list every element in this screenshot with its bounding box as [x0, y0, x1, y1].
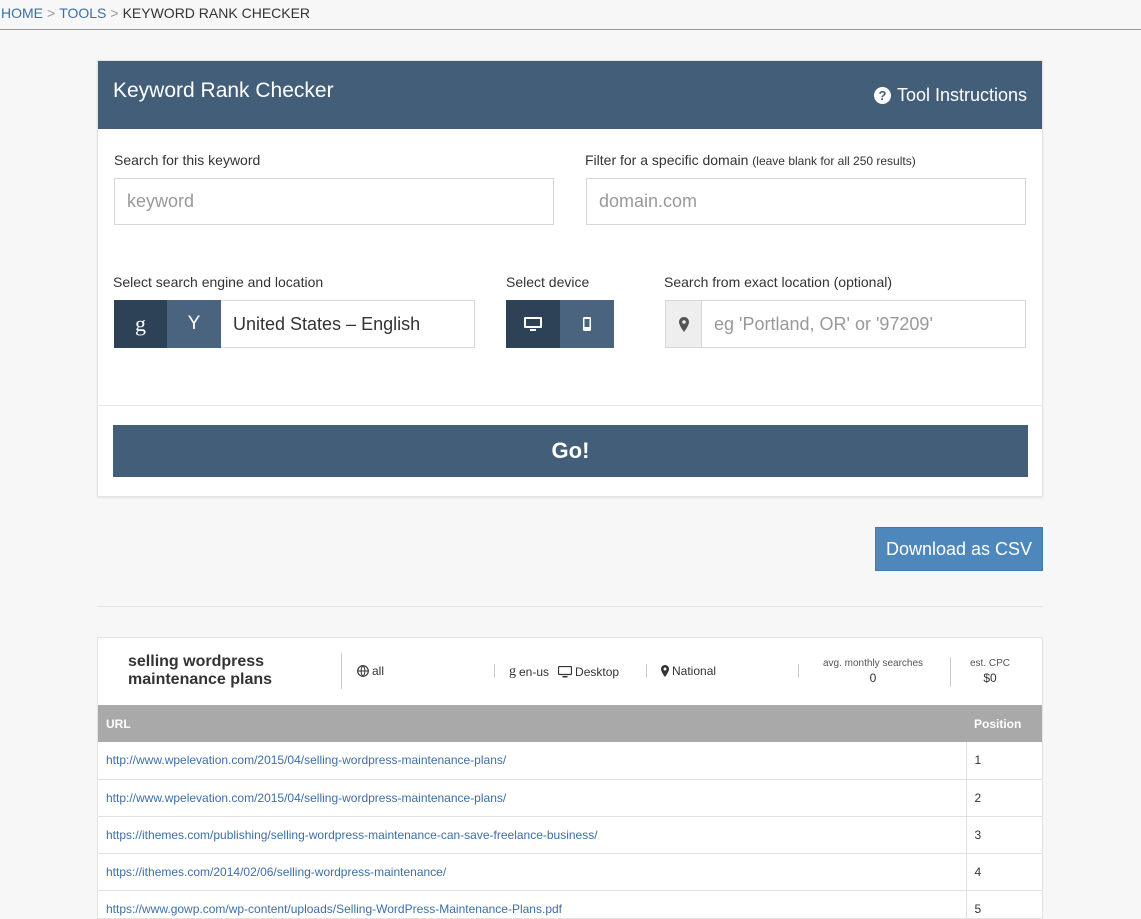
- table-row: http://www.wpelevation.com/2015/04/selli…: [98, 742, 1042, 780]
- results-panel: selling wordpress maintenance plans all …: [97, 637, 1043, 919]
- keyword-label: Search for this keyword: [114, 152, 261, 168]
- table-row: https://ithemes.com/2014/02/06/selling-w…: [98, 853, 1042, 891]
- est-cpc-value: $0: [983, 671, 997, 685]
- url-cell: https://ithemes.com/publishing/selling-w…: [98, 816, 966, 854]
- table-row: https://www.gowp.com/wp-content/uploads/…: [98, 890, 1042, 918]
- desktop-icon: [558, 666, 573, 678]
- table-row: http://www.wpelevation.com/2015/04/selli…: [98, 779, 1042, 817]
- section-divider: [97, 606, 1043, 607]
- table-header-row: URL Position: [98, 705, 1042, 742]
- summary-divider: [341, 653, 342, 689]
- globe-icon: [357, 665, 369, 677]
- go-button[interactable]: Go!: [113, 425, 1028, 477]
- location-meta: National: [661, 664, 716, 678]
- results-summary: selling wordpress maintenance plans all …: [98, 638, 1042, 705]
- domain-label-note: (leave blank for all 250 results): [752, 154, 916, 168]
- tool-instructions-label: Tool Instructions: [896, 85, 1027, 105]
- result-url-link[interactable]: http://www.wpelevation.com/2015/04/selli…: [106, 791, 506, 805]
- domain-label: Filter for a specific domain (leave blan…: [585, 152, 916, 168]
- result-url-link[interactable]: https://ithemes.com/publishing/selling-w…: [106, 828, 598, 842]
- engine-meta: g en-us Desktop: [509, 664, 619, 680]
- position-cell: 3: [965, 816, 1042, 854]
- desktop-icon: [524, 317, 542, 331]
- position-column-header[interactable]: Position: [966, 705, 1042, 742]
- rank-checker-panel: Keyword Rank Checker ? Tool Instructions…: [97, 60, 1043, 497]
- table-row: https://ithemes.com/publishing/selling-w…: [98, 816, 1042, 854]
- url-cell: http://www.wpelevation.com/2015/04/selli…: [98, 742, 966, 780]
- panel-divider: [98, 405, 1042, 406]
- position-cell: 4: [965, 853, 1042, 891]
- locale-value: en-us: [519, 665, 550, 679]
- location-value: National: [672, 664, 717, 678]
- scope-meta: all: [357, 664, 384, 678]
- breadcrumb-home-link[interactable]: HOME: [1, 5, 43, 21]
- yahoo-engine-button[interactable]: Y: [167, 300, 221, 348]
- exact-location-group: [665, 300, 1026, 348]
- result-url-link[interactable]: http://www.wpelevation.com/2015/04/selli…: [106, 753, 506, 767]
- avg-searches-value: 0: [869, 671, 877, 685]
- breadcrumb: HOME > TOOLS > KEYWORD RANK CHECKER: [0, 0, 1141, 30]
- domain-label-text: Filter for a specific domain: [585, 152, 749, 168]
- summary-divider: [798, 664, 799, 678]
- google-engine-button[interactable]: g: [114, 300, 167, 348]
- result-url-link[interactable]: https://ithemes.com/2014/02/06/selling-w…: [106, 865, 446, 879]
- panel-header: Keyword Rank Checker ? Tool Instructions: [98, 61, 1042, 129]
- device-value: Desktop: [575, 665, 620, 679]
- exact-location-label: Search from exact location (optional): [664, 274, 892, 290]
- device-label: Select device: [506, 274, 590, 290]
- map-marker-icon: [661, 665, 669, 677]
- result-url-link[interactable]: https://www.gowp.com/wp-content/uploads/…: [106, 902, 562, 916]
- summary-divider: [950, 657, 951, 687]
- results-table: URL Position http://www.wpelevation.com/…: [98, 705, 1042, 918]
- position-cell: 1: [965, 742, 1042, 780]
- url-cell: http://www.wpelevation.com/2015/04/selli…: [98, 779, 966, 817]
- url-cell: https://www.gowp.com/wp-content/uploads/…: [98, 890, 966, 918]
- mobile-device-button[interactable]: [560, 300, 614, 348]
- map-marker-icon: [665, 300, 701, 348]
- engine-label: Select search engine and location: [113, 274, 324, 290]
- breadcrumb-separator: >: [110, 5, 119, 21]
- keyword-input[interactable]: [114, 178, 554, 225]
- avg-searches-label: avg. monthly searches: [822, 658, 924, 669]
- engine-selector: g Y United States – English: [114, 300, 475, 348]
- breadcrumb-separator: >: [47, 5, 56, 21]
- domain-input[interactable]: [586, 178, 1026, 225]
- question-circle-icon: ?: [873, 87, 891, 104]
- est-cpc-label: est. CPC: [969, 658, 1010, 669]
- url-column-header[interactable]: URL: [98, 705, 966, 742]
- download-csv-button[interactable]: Download as CSV: [875, 527, 1043, 571]
- mobile-icon: [583, 317, 591, 331]
- exact-location-input[interactable]: [701, 300, 1026, 348]
- google-icon: g: [509, 664, 516, 679]
- tool-instructions-link[interactable]: ? Tool Instructions: [873, 85, 1027, 106]
- position-cell: 5: [965, 890, 1042, 918]
- position-cell: 2: [965, 779, 1042, 817]
- result-keyword: selling wordpress maintenance plans: [128, 653, 273, 688]
- breadcrumb-current: KEYWORD RANK CHECKER: [122, 5, 311, 21]
- breadcrumb-tools-link[interactable]: TOOLS: [59, 5, 106, 21]
- scope-value: all: [372, 664, 385, 678]
- summary-divider: [494, 664, 495, 678]
- page-title: Keyword Rank Checker: [113, 79, 334, 102]
- desktop-device-button[interactable]: [506, 300, 560, 348]
- avg-searches: avg. monthly searches 0: [813, 658, 933, 685]
- est-cpc: est. CPC $0: [960, 658, 1020, 685]
- summary-divider: [646, 664, 647, 678]
- device-selector: [506, 300, 614, 348]
- engine-location-select[interactable]: United States – English: [221, 300, 475, 348]
- url-cell: https://ithemes.com/2014/02/06/selling-w…: [98, 853, 966, 891]
